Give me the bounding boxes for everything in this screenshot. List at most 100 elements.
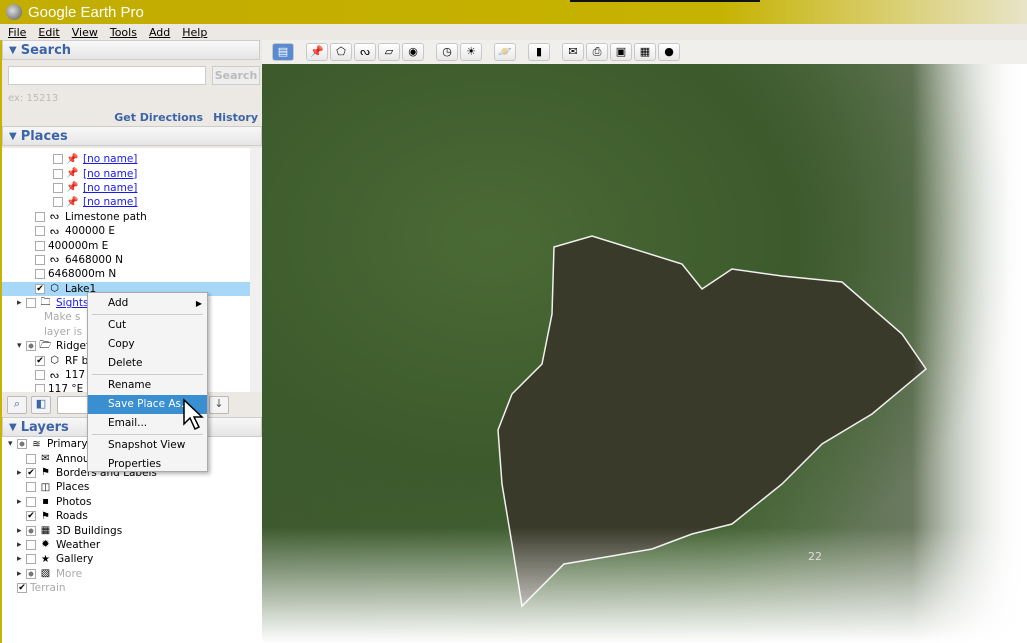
move-down-button[interactable]: ↓ (209, 396, 229, 414)
menu-item-cut[interactable]: Cut (88, 316, 207, 335)
tree-item[interactable]: ✔ ⚑ Roads (2, 509, 262, 523)
checkbox[interactable] (26, 341, 36, 352)
tree-item[interactable]: 6468000m N (2, 267, 262, 281)
tree-item[interactable]: 📌 [no name] (2, 195, 262, 209)
checkbox[interactable] (53, 154, 63, 165)
checkbox[interactable] (26, 453, 36, 464)
add-path-icon[interactable]: ᔓ (354, 43, 376, 61)
tree-item[interactable]: ▸ ✹ Weather (2, 538, 262, 552)
expander-icon[interactable]: ▸ (17, 298, 26, 308)
tree-item[interactable]: 📌 [no name] (2, 152, 262, 166)
add-image-overlay-icon[interactable]: ▱ (378, 43, 400, 61)
earth-gallery-icon[interactable]: ● (658, 43, 680, 61)
historical-imagery-icon[interactable]: ◷ (436, 43, 458, 61)
checkbox[interactable] (53, 197, 63, 208)
menu-item-copy[interactable]: Copy (88, 335, 207, 354)
tree-item[interactable]: ᔓ 400000 E (2, 224, 262, 238)
checkbox[interactable] (35, 226, 45, 237)
checkbox[interactable] (53, 182, 63, 193)
tree-item[interactable]: ᔓ Limestone path (2, 210, 262, 224)
checkbox[interactable] (35, 269, 45, 280)
menu-view[interactable]: View (72, 26, 98, 39)
checkbox[interactable] (35, 211, 45, 222)
tree-item-label: More (56, 567, 83, 580)
search-places-button[interactable]: ⌕ (7, 396, 27, 414)
places-header[interactable]: ▼ Places (2, 126, 262, 146)
view-in-maps-icon[interactable]: ▦ (634, 43, 656, 61)
tree-item[interactable]: 📌 [no name] (2, 181, 262, 195)
tree-item[interactable]: ▸ ▧ More (2, 567, 262, 581)
checkbox[interactable] (35, 240, 45, 251)
planets-icon[interactable]: 🪐 (494, 43, 516, 61)
tree-item-label[interactable]: [no name] (83, 153, 137, 165)
places-scrollbar[interactable] (250, 148, 262, 392)
get-directions-link[interactable]: Get Directions (114, 111, 203, 124)
add-placemark-icon[interactable]: 📌 (306, 43, 328, 61)
checkbox[interactable] (26, 554, 36, 565)
note-icon: ▧ (40, 568, 51, 580)
map-area[interactable]: ▤ 📌 ⬠ ᔓ ▱ ◉ ◷ ☀ 🪐 ▮ ✉ ⎙ ▣ ▦ ● 22 (262, 40, 1027, 643)
checkbox[interactable]: ✔ (17, 583, 27, 594)
checkbox[interactable] (26, 496, 36, 507)
satellite-imagery[interactable]: 22 (262, 64, 1027, 643)
checkbox[interactable]: ✔ (26, 511, 36, 522)
email-icon[interactable]: ✉ (562, 43, 584, 61)
add-polygon-icon[interactable]: ⬠ (330, 43, 352, 61)
tree-item[interactable]: 📌 [no name] (2, 166, 262, 180)
checkbox[interactable] (35, 370, 45, 381)
tree-item-label: Make s (44, 311, 81, 324)
expander-icon[interactable]: ▸ (17, 540, 26, 550)
menu-tools[interactable]: Tools (110, 26, 137, 39)
expander-icon[interactable]: ▸ (17, 554, 26, 564)
tree-item[interactable]: ▸ ▪ Photos (2, 495, 262, 509)
sidebar-toggle-button[interactable]: ◧ (31, 396, 51, 414)
menu-add[interactable]: Add (149, 26, 170, 39)
expander-icon[interactable]: ▸ (17, 526, 26, 536)
menu-item-add[interactable]: Add ▶ (88, 294, 207, 313)
menu-help[interactable]: Help (182, 26, 207, 39)
search-header[interactable]: ▼ Search (2, 40, 260, 60)
menu-item-delete[interactable]: Delete (88, 354, 207, 373)
checkbox[interactable]: ✔ (35, 283, 45, 294)
expander-icon[interactable]: ▸ (17, 569, 26, 579)
checkbox[interactable] (53, 168, 63, 179)
checkbox[interactable] (26, 482, 36, 493)
menu-file[interactable]: File (8, 26, 26, 39)
print-icon[interactable]: ⎙ (586, 43, 608, 61)
checkbox[interactable] (26, 568, 36, 579)
checkbox[interactable] (26, 539, 36, 550)
tree-item[interactable]: ▸ ▦ 3D Buildings (2, 523, 262, 537)
menu-item-snapshot-view[interactable]: Snapshot View (88, 436, 207, 455)
tree-item-label[interactable]: [no name] (83, 196, 137, 208)
tree-item[interactable]: 400000m E (2, 238, 262, 252)
search-button[interactable]: Search (212, 66, 260, 85)
checkbox[interactable]: ✔ (35, 355, 45, 366)
record-tour-icon[interactable]: ◉ (402, 43, 424, 61)
tree-item[interactable]: ▸ ★ Gallery (2, 552, 262, 566)
checkbox[interactable] (17, 439, 27, 450)
ruler-icon[interactable]: ▮ (528, 43, 550, 61)
sunlight-icon[interactable]: ☀ (460, 43, 482, 61)
history-link[interactable]: History (213, 111, 258, 124)
sidebar-toggle-icon[interactable]: ▤ (272, 43, 294, 61)
tree-item[interactable]: ◫ Places (2, 480, 262, 494)
expander-icon[interactable]: ▾ (8, 439, 17, 449)
checkbox[interactable] (26, 525, 36, 536)
checkbox[interactable] (26, 298, 36, 309)
tree-item-label[interactable]: [no name] (83, 182, 137, 194)
context-menu: Add ▶ Cut Copy Delete Rename Save Place A… (87, 292, 208, 472)
search-input[interactable] (8, 66, 206, 85)
tree-item[interactable]: ✔ Terrain (2, 581, 262, 595)
checkbox[interactable]: ✔ (26, 467, 36, 478)
checkbox[interactable] (35, 384, 45, 392)
menu-item-properties[interactable]: Properties (88, 455, 207, 474)
menu-edit[interactable]: Edit (38, 26, 59, 39)
expander-icon[interactable]: ▾ (17, 341, 26, 351)
checkbox[interactable] (35, 254, 45, 265)
expander-icon[interactable]: ▸ (17, 497, 26, 507)
save-image-icon[interactable]: ▣ (610, 43, 632, 61)
tree-item-label[interactable]: [no name] (83, 168, 137, 180)
tree-item[interactable]: ᔓ 6468000 N (2, 253, 262, 267)
menu-item-rename[interactable]: Rename (88, 376, 207, 395)
expander-icon[interactable]: ▸ (17, 468, 26, 478)
